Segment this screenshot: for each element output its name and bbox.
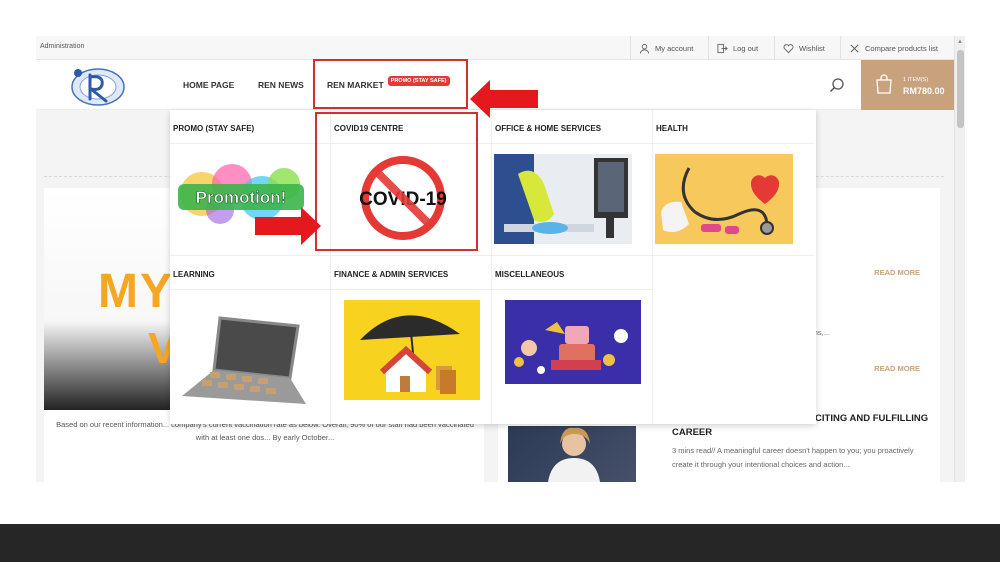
cart-button[interactable]: 1 ITEM(S) RM780.00: [861, 60, 954, 110]
category-title[interactable]: PROMO (STAY SAFE): [170, 110, 330, 144]
logout-label: Log out: [733, 43, 759, 53]
featured-post-image[interactable]: MY V: [44, 188, 174, 410]
screenshot: Administration My account Log out Wishli…: [0, 0, 1000, 562]
annotation-highlight-market: [313, 59, 468, 109]
site-logo[interactable]: [68, 63, 130, 107]
category-image-health[interactable]: [655, 154, 793, 244]
category-image-learning[interactable]: [172, 300, 310, 418]
scroll-up-icon[interactable]: ▲: [957, 39, 963, 45]
my-account-label: My account: [655, 43, 694, 53]
category-title[interactable]: HEALTH: [653, 110, 814, 144]
category-image-finance[interactable]: [344, 300, 480, 400]
annotation-highlight-covid: [315, 112, 478, 251]
cart-item-count: 1 ITEM(S): [903, 77, 929, 83]
shopping-bag-icon: [876, 74, 892, 94]
menu-empty-cell: [653, 256, 814, 424]
category-image-miscellaneous[interactable]: [505, 300, 641, 384]
woman-smiling-image: [548, 427, 600, 482]
top-utility-bar: Administration My account Log out Wishli…: [36, 36, 954, 60]
wishlist-link[interactable]: Wishlist: [774, 36, 840, 60]
menu-category-health[interactable]: HEALTH: [653, 110, 814, 256]
read-more-link[interactable]: READ MORE: [874, 268, 920, 277]
user-icon: [639, 43, 650, 54]
administration-link[interactable]: Administration: [40, 43, 84, 50]
category-image-office[interactable]: [494, 154, 632, 244]
mega-menu-dropdown: PROMO (STAY SAFE) Promotion! COVID19 CEN: [170, 110, 816, 424]
compare-icon: [850, 43, 859, 53]
category-title[interactable]: FINANCE & ADMIN SERVICES: [331, 256, 491, 290]
post-thumbnail[interactable]: [508, 426, 636, 482]
compare-label: Compare products list: [865, 43, 938, 53]
nav-news-label: REN NEWS: [258, 80, 304, 90]
logout-icon: [717, 43, 728, 53]
vertical-scrollbar[interactable]: ▲: [954, 36, 965, 482]
heart-icon: [783, 43, 794, 53]
read-more-link[interactable]: READ MORE: [874, 364, 920, 373]
featured-image-text: MY: [98, 265, 174, 318]
post-desc: 3 mins read// A meaningful career doesn'…: [672, 446, 914, 469]
bottom-dark-bar: [0, 524, 1000, 562]
annotation-arrow-left-icon: [470, 80, 538, 118]
compare-products-link[interactable]: Compare products list: [840, 36, 954, 60]
search-icon[interactable]: [829, 77, 845, 93]
menu-category-office-home-services[interactable]: OFFICE & HOME SERVICES: [492, 110, 653, 256]
annotation-arrow-right-icon: [255, 207, 321, 245]
nav-ren-news[interactable]: REN NEWS: [258, 60, 304, 110]
logout-link[interactable]: Log out: [708, 36, 774, 60]
category-title[interactable]: LEARNING: [170, 256, 330, 290]
my-account-link[interactable]: My account: [630, 36, 708, 60]
scrollbar-thumb[interactable]: [957, 50, 964, 128]
nav-home-label: HOME PAGE: [183, 80, 235, 90]
menu-category-miscellaneous[interactable]: MISCELLANEOUS: [492, 256, 653, 424]
wishlist-label: Wishlist: [799, 43, 825, 53]
promotion-image-text: Promotion!: [196, 188, 287, 207]
category-title[interactable]: MISCELLANEOUS: [492, 256, 652, 290]
menu-category-learning[interactable]: LEARNING: [170, 256, 331, 424]
menu-category-finance-admin-services[interactable]: FINANCE & ADMIN SERVICES: [331, 256, 492, 424]
nav-home-page[interactable]: HOME PAGE: [183, 60, 234, 110]
cart-total: RM780.00: [903, 86, 945, 96]
